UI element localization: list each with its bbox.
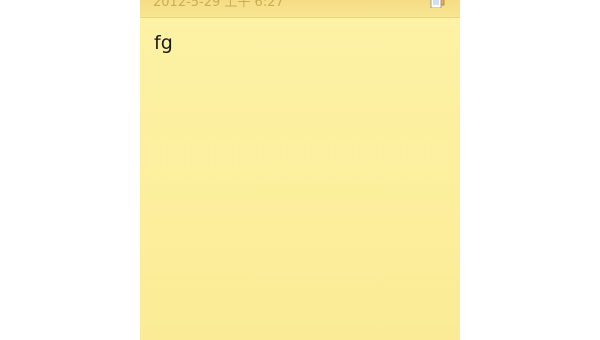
paper-texture — [150, 140, 450, 180]
note-header: 2012-5-29 上午 6:27 — [140, 0, 460, 18]
note-content[interactable]: fg — [154, 32, 446, 54]
note-timestamp: 2012-5-29 上午 6:27 — [153, 0, 284, 10]
sticky-note[interactable]: 2012-5-29 上午 6:27 fg — [140, 0, 460, 340]
screen: 2012-5-29 上午 6:27 fg — [0, 0, 600, 340]
notes-icon[interactable] — [430, 0, 446, 8]
